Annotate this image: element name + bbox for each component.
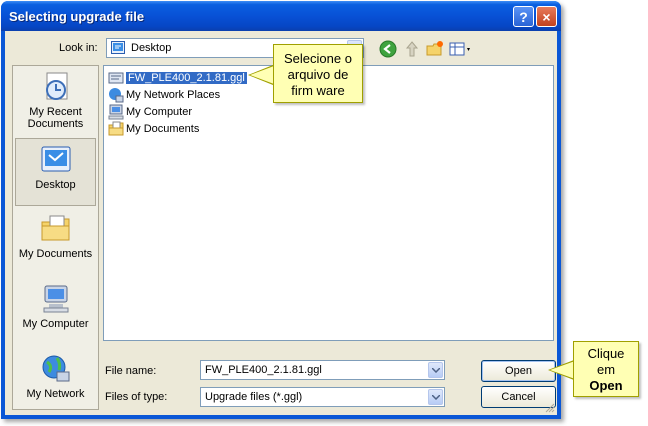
place-label: My Network [26,388,85,400]
file-name: FW_PLE400_2.1.81.ggl [125,71,248,85]
filename-value: FW_PLE400_2.1.81.ggl [205,364,322,376]
callout-select-pointer-fill [250,66,274,84]
filename-dropdown-button[interactable] [428,362,443,378]
file-name: My Computer [126,106,193,118]
file-name: My Network Places [126,89,221,101]
filetype-value: Upgrade files (*.ggl) [205,391,303,403]
list-item[interactable]: FW_PLE400_2.1.81.ggl [108,70,248,86]
callout-text: em [596,362,616,377]
filetype-label: Files of type: [105,391,168,403]
callout-text: firm ware [291,83,345,98]
place-my-computer[interactable]: My Computer [15,282,96,330]
new-folder-icon[interactable] [426,40,444,58]
title-bar[interactable]: Selecting upgrade file ? × [1,1,561,31]
chevron-down-icon [432,368,440,373]
lookin-label: Look in: [59,42,98,54]
close-icon: × [542,9,551,25]
my-network-icon [42,355,69,382]
callout-text: Clique [587,346,625,361]
my-computer-icon [43,285,68,313]
resize-grip-icon[interactable] [545,403,555,413]
up-folder-icon[interactable] [403,40,421,58]
filename-field[interactable]: FW_PLE400_2.1.81.ggl [200,360,445,380]
list-item[interactable]: My Computer [108,104,192,120]
filetype-select[interactable]: Upgrade files (*.ggl) [200,387,445,407]
recent-documents-icon [45,72,67,100]
back-icon[interactable] [379,40,397,58]
place-my-recent-documents[interactable]: My Recent Documents [15,70,96,130]
close-button[interactable]: × [536,6,557,27]
documents-folder-icon [108,121,124,136]
place-label: My Documents [18,248,93,260]
callout-text: Selecione o [284,51,352,66]
callout-open-pointer-fill [550,361,575,379]
filetype-dropdown-button[interactable] [428,389,443,405]
lookin-value: Desktop [131,42,172,54]
place-my-network[interactable]: My Network [15,352,96,400]
callout-text: Open [589,378,623,393]
window-title: Selecting upgrade file [9,9,145,24]
place-label: My Computer [22,318,89,330]
computer-icon [108,104,124,120]
callout-text: arquivo de [287,67,349,82]
place-label: My Recent Documents [27,106,84,130]
file-icon [108,72,124,84]
place-my-documents[interactable]: My Documents [15,212,96,260]
help-icon: ? [519,9,528,25]
callout-click-open: Clique em Open [573,341,639,397]
place-desktop[interactable]: Desktop [15,138,96,206]
list-item[interactable]: My Documents [108,121,199,137]
list-item[interactable]: My Network Places [108,87,220,103]
desktop-icon [111,41,125,54]
my-documents-icon [41,215,69,241]
chevron-down-icon [432,395,440,400]
view-menu-icon[interactable] [449,40,473,58]
help-button[interactable]: ? [513,6,534,27]
open-button[interactable]: Open [481,360,556,382]
file-list[interactable]: FW_PLE400_2.1.81.ggl My Network Places M… [103,65,554,341]
callout-select-firmware: Selecione o arquivo de firm ware [273,44,363,103]
desktop-icon [41,146,70,172]
file-name: My Documents [126,123,200,135]
places-bar: My Recent Documents Desktop My Documents… [12,65,99,410]
place-label: Desktop [35,179,76,191]
filename-label: File name: [105,365,157,377]
network-places-icon [109,88,124,103]
